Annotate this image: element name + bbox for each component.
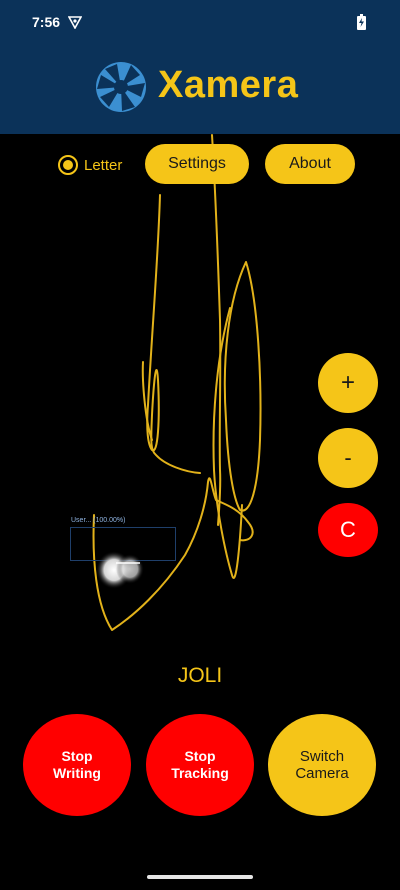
about-button[interactable]: About bbox=[265, 144, 355, 184]
radio-selected-icon bbox=[58, 155, 78, 175]
detection-label: User... (100.00%) bbox=[71, 517, 126, 524]
stop-writing-label: Stop Writing bbox=[53, 748, 101, 781]
home-indicator[interactable] bbox=[147, 875, 253, 879]
zoom-in-button[interactable]: + bbox=[318, 353, 378, 413]
letter-mode-label: Letter bbox=[84, 156, 123, 174]
settings-button[interactable]: Settings bbox=[145, 144, 249, 184]
letter-mode-radio[interactable]: Letter bbox=[58, 153, 130, 177]
tracked-light-source bbox=[96, 551, 144, 589]
switch-camera-button[interactable]: Switch Camera bbox=[268, 714, 376, 816]
zoom-out-button[interactable]: - bbox=[318, 428, 378, 488]
clear-button[interactable]: C bbox=[318, 503, 378, 557]
recognized-text: JOLI bbox=[177, 664, 223, 687]
switch-camera-label: Switch Camera bbox=[295, 748, 349, 782]
stop-tracking-label: Stop Tracking bbox=[171, 748, 229, 781]
stop-tracking-button[interactable]: Stop Tracking bbox=[146, 714, 254, 816]
stop-writing-button[interactable]: Stop Writing bbox=[23, 714, 131, 816]
